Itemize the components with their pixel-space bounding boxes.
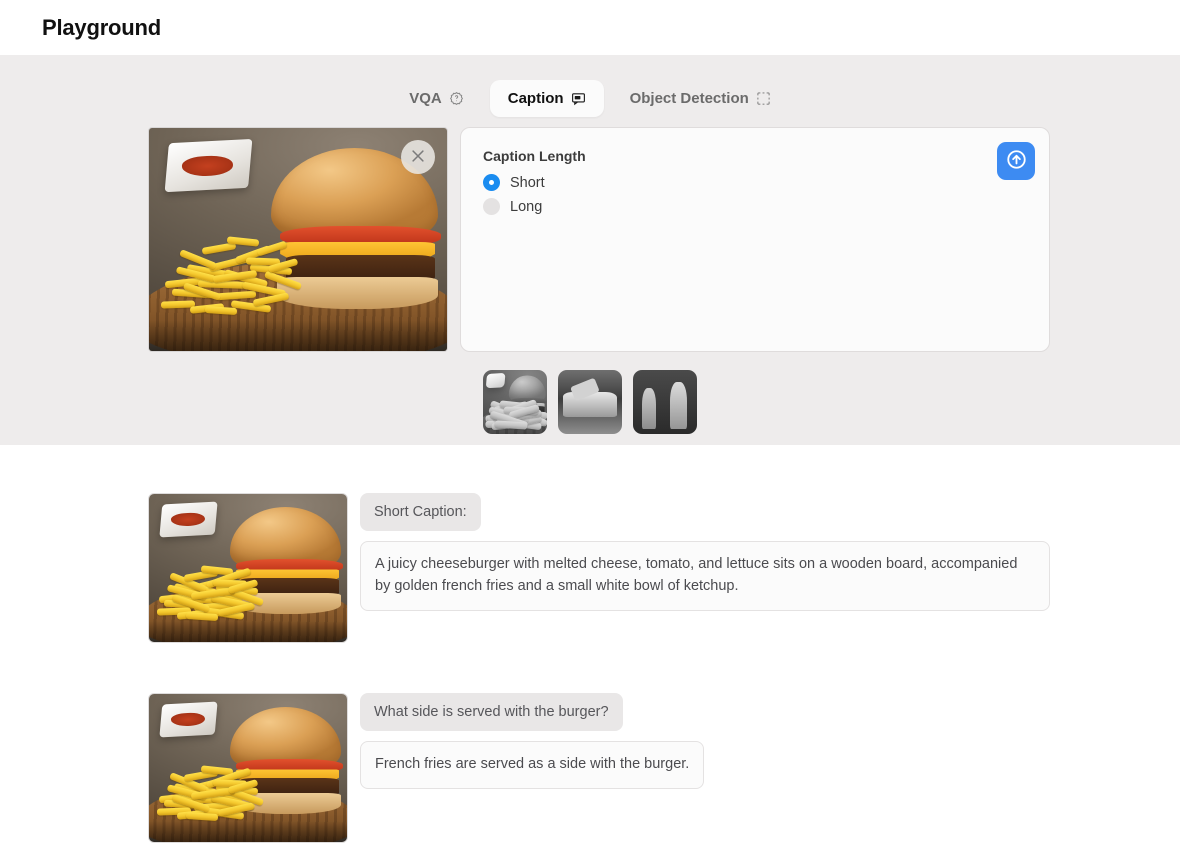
french-fry xyxy=(216,290,257,301)
result-response-2: French fries are served as a side with t… xyxy=(360,741,705,789)
tab-vqa-label: VQA xyxy=(409,89,442,107)
message-icon xyxy=(571,91,586,106)
result-item-vqa: What side is served with the burger? Fre… xyxy=(148,693,1180,843)
result-item-caption: Short Caption: A juicy cheeseburger with… xyxy=(148,493,1180,643)
french-fry xyxy=(205,305,238,316)
close-image-button[interactable] xyxy=(401,140,435,174)
tab-vqa[interactable]: VQA xyxy=(391,80,482,117)
question-badge-icon xyxy=(449,91,464,106)
french-fry xyxy=(256,240,288,257)
french-fry xyxy=(201,241,236,255)
result-prompt-1: Short Caption: xyxy=(360,493,481,531)
thumb-fries xyxy=(484,394,547,431)
tab-caption-label: Caption xyxy=(507,89,564,107)
french-fry xyxy=(252,292,290,307)
selected-image xyxy=(148,127,448,352)
thumb-bowl xyxy=(485,372,506,389)
caption-length-label: Caption Length xyxy=(483,148,586,164)
result-vignette-2 xyxy=(149,821,347,842)
result-prompt-2: What side is served with the burger? xyxy=(360,693,623,731)
result-vignette-1 xyxy=(149,621,347,642)
arrow-up-circle-icon xyxy=(1005,148,1028,174)
result-image-1 xyxy=(148,493,348,643)
french-fry xyxy=(186,611,219,621)
page-title: Playground xyxy=(42,14,162,40)
photo-vignette xyxy=(149,319,447,351)
result-fries-2 xyxy=(156,750,280,821)
thumbnail-bottles[interactable] xyxy=(633,370,697,434)
result-image-2 xyxy=(148,693,348,843)
result-burger-photo-2 xyxy=(149,694,347,842)
radio-long-indicator[interactable] xyxy=(483,198,500,215)
close-icon xyxy=(409,147,427,168)
tab-object-detection-label: Object Detection xyxy=(629,89,749,107)
result-burger-photo-1 xyxy=(149,494,347,642)
bounding-box-icon xyxy=(756,91,771,106)
radio-long-label: Long xyxy=(510,198,543,215)
playground-panel: VQA Caption Object Detection Caption Len… xyxy=(0,55,1180,445)
workspace-row: Caption Length Short Long xyxy=(0,119,1180,352)
result-content-2: What side is served with the burger? Fre… xyxy=(360,693,705,843)
thumbnail-burger-photo xyxy=(483,370,547,434)
result-content-1: Short Caption: A juicy cheeseburger with… xyxy=(360,493,1050,643)
results-list: Short Caption: A juicy cheeseburger with… xyxy=(0,445,1180,843)
result-response-1: A juicy cheeseburger with melted cheese,… xyxy=(360,541,1050,611)
thumbnail-strip xyxy=(0,370,1180,434)
thumbnail-burger[interactable] xyxy=(483,370,547,434)
radio-short-indicator[interactable] xyxy=(483,174,500,191)
mode-tabs: VQA Caption Object Detection xyxy=(0,77,1180,119)
radio-short-label: Short xyxy=(510,174,545,191)
submit-button[interactable] xyxy=(997,142,1035,180)
tab-object-detection[interactable]: Object Detection xyxy=(612,80,789,117)
thumbnail-car[interactable] xyxy=(558,370,622,434)
french-fry xyxy=(186,811,219,821)
radio-option-short[interactable]: Short xyxy=(483,174,1027,191)
caption-settings-card: Caption Length Short Long xyxy=(460,127,1050,352)
tab-caption[interactable]: Caption xyxy=(489,79,604,117)
french-fries xyxy=(160,213,346,320)
radio-option-long[interactable]: Long xyxy=(483,198,1027,215)
result-fries-1 xyxy=(156,550,280,621)
app-header: Playground xyxy=(0,0,1180,55)
